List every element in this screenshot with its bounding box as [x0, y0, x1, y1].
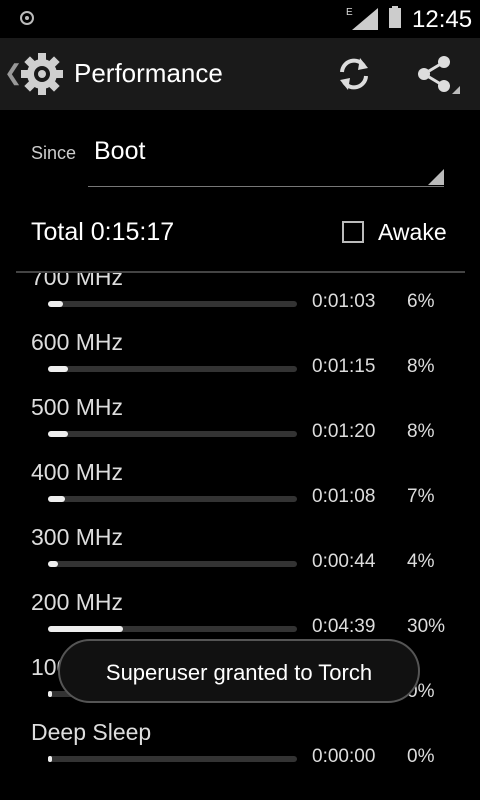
- state-percent: 7%: [407, 486, 435, 507]
- state-name: 400 MHz: [31, 459, 124, 485]
- status-bar: E 12:45: [0, 0, 480, 38]
- state-bar-fill: [48, 561, 58, 567]
- awake-checkbox[interactable]: [342, 221, 364, 243]
- cpu-state-row: 300 MHz 0:00:44 4%: [0, 524, 480, 589]
- spinner-underline: [88, 186, 444, 187]
- refresh-button[interactable]: [330, 54, 378, 94]
- state-bar-fill: [48, 756, 52, 762]
- action-bar: ❮ Performance: [0, 38, 480, 110]
- gear-icon[interactable]: [18, 50, 66, 98]
- overflow-indicator-icon: [452, 86, 460, 94]
- state-bar-track: [48, 366, 297, 372]
- cpu-state-list[interactable]: 700 MHz 0:01:03 6% 600 MHz 0:01:15 8% 500 MHz 0…: [0, 273, 480, 800]
- battery-icon: [389, 6, 401, 28]
- cpu-state-row: Deep Sleep 0:00:00 0%: [0, 719, 480, 784]
- page-title: Performance: [74, 58, 223, 88]
- cpu-state-row: 500 MHz 0:01:20 8%: [0, 394, 480, 459]
- state-time: 0:00:44: [312, 551, 376, 572]
- state-percent: 6%: [407, 291, 435, 312]
- notification-icon: [20, 11, 34, 25]
- state-time: 0:04:39: [312, 616, 376, 637]
- since-label: Since: [31, 143, 77, 163]
- state-name: 600 MHz: [31, 329, 124, 355]
- state-time: 0:01:08: [312, 486, 376, 507]
- toast: Superuser granted to Torch: [58, 639, 420, 703]
- state-name: 500 MHz: [31, 394, 124, 420]
- state-bar-fill: [48, 691, 52, 697]
- state-bar-track: [48, 626, 297, 632]
- state-percent: 8%: [407, 356, 435, 377]
- cpu-state-row: 700 MHz 0:01:03 6%: [0, 273, 480, 329]
- state-time: 0:00:00: [312, 746, 376, 767]
- state-percent: 30%: [407, 616, 446, 637]
- state-name: 300 MHz: [31, 524, 124, 550]
- state-name: 700 MHz: [31, 273, 124, 290]
- state-bar-track: [48, 301, 297, 307]
- state-bar-track: [48, 756, 297, 762]
- state-percent: 4%: [407, 551, 435, 572]
- toast-message: Superuser granted to Torch: [105, 660, 373, 685]
- state-bar-track: [48, 431, 297, 437]
- state-bar-fill: [48, 626, 123, 632]
- state-name: 200 MHz: [31, 589, 124, 615]
- signal-icon: [352, 8, 378, 30]
- state-time: 0:01:15: [312, 356, 376, 377]
- since-dropdown[interactable]: Boot: [88, 132, 444, 187]
- cpu-state-row: 600 MHz 0:01:15 8%: [0, 329, 480, 394]
- cpu-state-row: 400 MHz 0:01:08 7%: [0, 459, 480, 524]
- clock: 12:45: [412, 6, 473, 33]
- state-time: 0:01:20: [312, 421, 376, 442]
- total-time: Total 0:15:17: [31, 218, 175, 246]
- state-bar-track: [48, 496, 297, 502]
- state-bar-fill: [48, 431, 68, 437]
- share-button[interactable]: [410, 54, 458, 94]
- dropdown-arrow-icon: [428, 169, 444, 185]
- state-time: 0:01:03: [312, 291, 376, 312]
- awake-label[interactable]: Awake: [378, 219, 447, 246]
- state-percent: 8%: [407, 421, 435, 442]
- state-bar-fill: [48, 366, 68, 372]
- since-value: Boot: [94, 137, 146, 165]
- state-bar-fill: [48, 496, 66, 502]
- state-name: Deep Sleep: [31, 719, 152, 745]
- state-percent: 0%: [407, 746, 435, 767]
- state-bar-fill: [48, 301, 63, 307]
- state-bar-track: [48, 561, 297, 567]
